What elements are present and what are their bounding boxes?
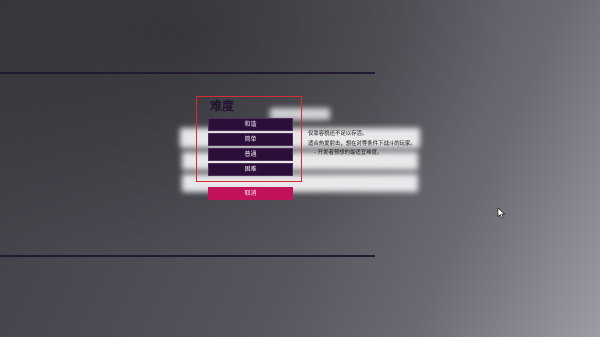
difficulty-description: 仅靠容貌还不足以存活。 适合热爱射击，想在对等条件下战斗的玩家。 - 开发者预想… — [308, 130, 428, 159]
dialog-title: 难度 — [210, 99, 235, 113]
description-line: 仅靠容貌还不足以存活。 — [308, 131, 368, 137]
description-line: 适合热爱射击，想在对等条件下战斗的玩家。 — [308, 140, 416, 147]
difficulty-option-harmony[interactable]: 和谐 — [208, 118, 293, 131]
mouse-cursor-icon — [497, 207, 506, 219]
difficulty-option-hard[interactable]: 困难 — [208, 163, 293, 176]
description-note: - 开发者预想的最适宜难度。 — [314, 150, 383, 156]
difficulty-option-easy[interactable]: 简单 — [208, 133, 293, 146]
cancel-button[interactable]: 取消 — [208, 187, 293, 200]
difficulty-option-normal[interactable]: 普通 — [208, 148, 293, 161]
